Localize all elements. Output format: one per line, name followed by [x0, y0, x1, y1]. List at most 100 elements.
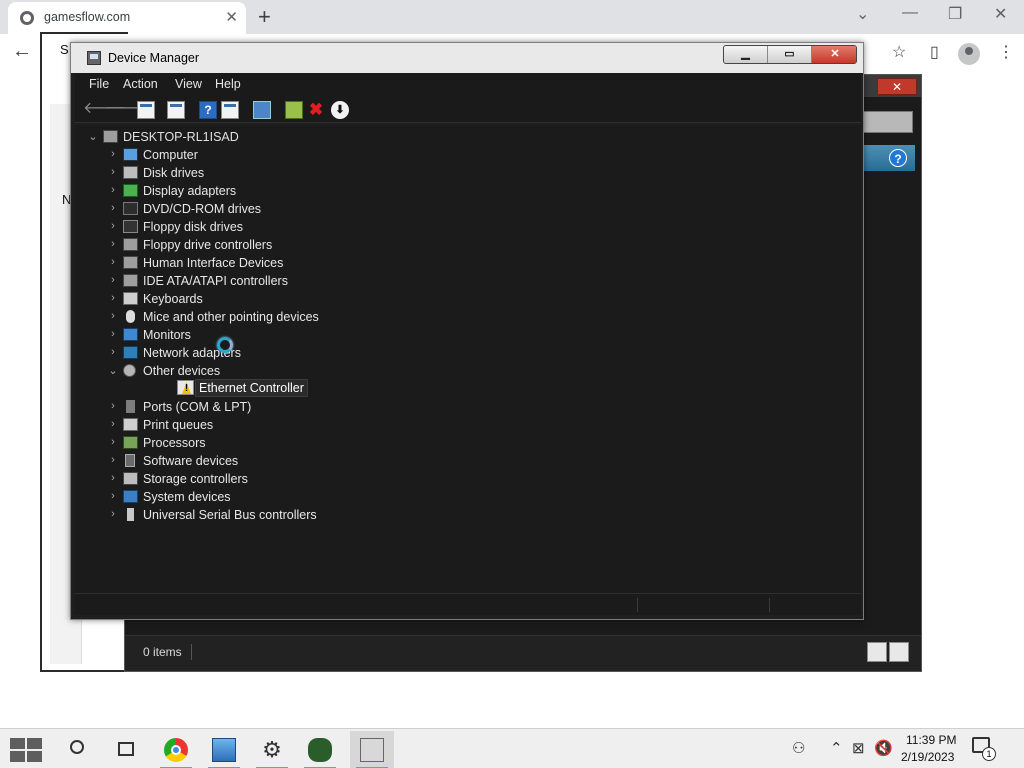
expand-chevron-icon[interactable]: ›	[107, 166, 119, 178]
menu-icon[interactable]: ⋮	[998, 42, 1014, 62]
star-icon[interactable]: ☆	[892, 42, 906, 62]
computer-icon	[103, 130, 118, 143]
settings-icon: ⚙	[262, 737, 282, 762]
device-tree: ⌄ DESKTOP-RL1ISAD › Computer › Disk drives ›…	[75, 125, 861, 615]
clock-time[interactable]: 11:39 PM	[906, 733, 956, 747]
new-tab-button[interactable]: +	[258, 4, 271, 30]
status-separator	[191, 644, 192, 660]
menu-help[interactable]: Help	[215, 77, 241, 91]
close-button[interactable]: ✕	[994, 4, 1007, 24]
close-button[interactable]: ✕	[812, 46, 856, 63]
expand-chevron-icon[interactable]: ›	[107, 256, 119, 268]
update-driver-icon[interactable]: ⬇	[331, 101, 349, 119]
remote-desktop-taskbar-button[interactable]	[202, 731, 246, 768]
action-pane-icon[interactable]	[221, 101, 239, 119]
system-device-icon	[123, 490, 138, 503]
other-devices-icon	[123, 364, 136, 377]
expand-chevron-icon[interactable]: ›	[107, 454, 119, 466]
device-manager-window: Device Manager ▁ ▭ ✕ File Action View He…	[70, 42, 864, 620]
network-icon[interactable]: ⊠	[852, 739, 865, 757]
expand-chevron-icon[interactable]: ›	[107, 346, 119, 358]
window-controls: ▁ ▭ ✕	[723, 45, 857, 64]
minimize-button[interactable]: —	[902, 4, 918, 22]
expand-chevron-icon[interactable]: ›	[107, 400, 119, 412]
console-tree-icon[interactable]	[137, 101, 155, 119]
floppy-controller-icon	[123, 238, 138, 251]
expand-chevron-icon[interactable]: ›	[107, 508, 119, 520]
scan-hardware-icon[interactable]	[253, 101, 271, 119]
expand-chevron-icon[interactable]: ›	[107, 274, 119, 286]
details-view-icon[interactable]	[867, 642, 887, 662]
forward-arrow-icon[interactable]: 🡒	[105, 101, 148, 119]
uninstall-device-icon[interactable]: ✖	[307, 101, 325, 119]
expand-chevron-icon[interactable]: ›	[107, 148, 119, 160]
game-taskbar-button[interactable]	[298, 731, 342, 768]
chrome-icon	[164, 738, 188, 762]
back-arrow-icon[interactable]: 🡐	[83, 101, 126, 119]
titlebar: Device Manager ▁ ▭ ✕	[71, 43, 863, 73]
expand-chevron-icon[interactable]: ›	[107, 202, 119, 214]
globe-icon	[20, 11, 34, 25]
hid-icon	[123, 256, 138, 269]
volume-icon[interactable]: 🔇	[874, 739, 893, 757]
browser-tab[interactable]: gamesflow.com ✕	[8, 2, 246, 34]
menu-action[interactable]: Action	[123, 77, 158, 91]
network-adapter-icon	[123, 346, 138, 359]
side-panel-icon[interactable]: ▯	[930, 42, 939, 62]
menu-file[interactable]: File	[89, 77, 109, 91]
search-box[interactable]	[861, 111, 913, 133]
expand-chevron-icon[interactable]: ›	[107, 310, 119, 322]
help-icon[interactable]: ?	[199, 101, 217, 119]
search-button[interactable]	[56, 731, 100, 768]
properties-icon[interactable]	[167, 101, 185, 119]
usb-icon	[127, 508, 134, 521]
menu-view[interactable]: View	[175, 77, 202, 91]
large-icons-view-icon[interactable]	[889, 642, 909, 662]
help-icon[interactable]: ?	[889, 149, 907, 167]
settings-taskbar-button[interactable]: ⚙	[250, 731, 294, 768]
menu-bar: File Action View Help	[75, 73, 861, 97]
close-button[interactable]: ✕	[877, 78, 917, 95]
tree-item-label: Floppy disk drives	[143, 220, 244, 234]
expand-chevron-icon[interactable]: ›	[107, 292, 119, 304]
maximize-button[interactable]: ▭	[768, 46, 812, 63]
notification-badge: 1	[982, 747, 996, 761]
expand-chevron-icon[interactable]: ›	[107, 490, 119, 502]
tree-item-label: IDE ATA/ATAPI controllers	[143, 274, 288, 288]
back-arrow-icon[interactable]: ←	[12, 40, 32, 63]
browser-tab-strip: gamesflow.com ✕ + ⌄ — ❐ ✕	[0, 0, 1024, 34]
expand-chevron-icon[interactable]: ›	[107, 436, 119, 448]
people-icon[interactable]: ⚇	[792, 739, 805, 757]
collapse-chevron-icon[interactable]: ⌄	[107, 364, 119, 377]
add-hardware-icon[interactable]	[285, 101, 303, 119]
keyboard-icon	[123, 292, 138, 305]
expand-chevron-icon[interactable]: ›	[107, 238, 119, 250]
tree-item-label: DVD/CD-ROM drives	[143, 202, 262, 216]
tree-item-label: Disk drives	[143, 166, 205, 180]
expand-chevron-icon[interactable]: ›	[107, 418, 119, 430]
device-manager-taskbar-button[interactable]	[350, 731, 394, 768]
software-device-icon	[125, 454, 135, 467]
task-view-button[interactable]	[104, 731, 148, 768]
tree-item-label: Ethernet Controller	[195, 379, 308, 397]
profile-icon[interactable]	[958, 43, 980, 65]
expand-chevron-icon[interactable]: ›	[107, 220, 119, 232]
clock-date[interactable]: 2/19/2023	[901, 750, 954, 764]
start-icon[interactable]	[8, 737, 42, 763]
tree-item-label: Mice and other pointing devices	[143, 310, 319, 324]
collapse-chevron-icon[interactable]: ⌄	[87, 130, 99, 143]
expand-chevron-icon[interactable]: ›	[107, 472, 119, 484]
restore-button[interactable]: ❐	[948, 4, 962, 24]
close-tab-icon[interactable]: ✕	[225, 8, 238, 26]
mouse-icon	[126, 310, 135, 323]
tray-chevron-icon[interactable]: ⌃	[830, 739, 843, 757]
expand-chevron-icon[interactable]: ›	[107, 328, 119, 340]
computer-icon	[123, 148, 138, 161]
minimize-button[interactable]: ▁	[724, 46, 768, 63]
tree-item-label: System devices	[143, 490, 231, 504]
warning-device-icon	[177, 380, 194, 395]
window-title: Device Manager	[108, 51, 200, 65]
chrome-taskbar-button[interactable]	[154, 731, 198, 768]
chevron-down-icon[interactable]: ⌄	[856, 4, 869, 24]
expand-chevron-icon[interactable]: ›	[107, 184, 119, 196]
